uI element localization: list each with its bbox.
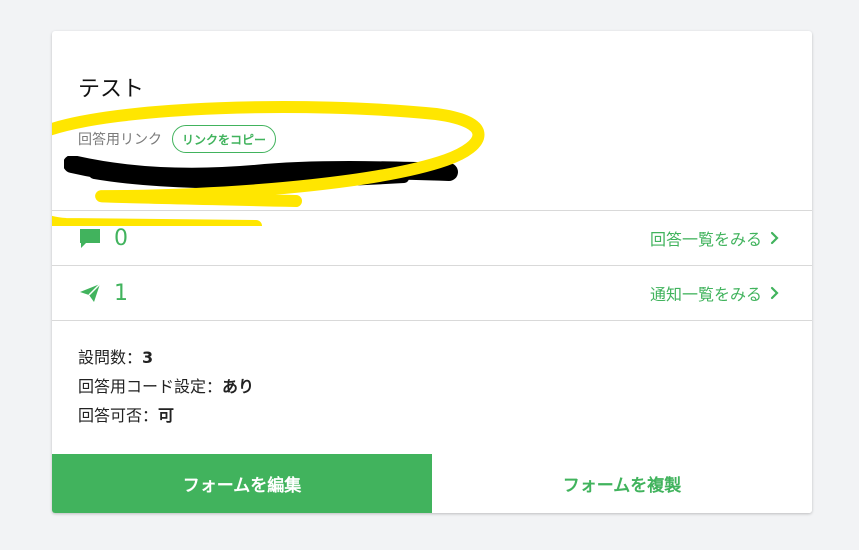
answer-allowed-row: 回答可否：可 [78,406,175,425]
comment-icon [80,229,100,248]
question-count-row: 設問数：3 [78,348,154,367]
view-notifications-label: 通知一覧をみる [649,285,762,304]
view-notifications-link[interactable]: 通知一覧をみる [650,266,780,320]
responses-count: 0 [114,225,128,251]
form-title: テスト [78,77,145,102]
card-header: テスト 回答用リンク リンクをコピー [52,31,812,226]
answer-code-value: あり [222,377,255,396]
answer-allowed-value: 可 [158,406,175,425]
responses-row: 0 回答一覧をみる [52,211,812,265]
view-responses-label: 回答一覧をみる [649,230,762,249]
copy-link-button[interactable]: リンクをコピー [172,125,277,153]
paper-plane-icon [80,283,101,302]
divider [52,320,812,321]
form-info: 設問数：3 回答用コード設定：あり 回答可否：可 [78,343,254,430]
duplicate-form-button[interactable]: フォームを複製 [432,454,812,513]
edit-form-button[interactable]: フォームを編集 [52,454,432,513]
form-card: テスト 回答用リンク リンクをコピー 0 回答一覧をみる 1 通知一覧をみる 設… [52,31,812,513]
answer-code-row: 回答用コード設定：あり [78,377,255,396]
answer-link-row: 回答用リンク リンクをコピー [78,125,277,153]
chevron-right-icon [770,231,779,245]
notifications-count: 1 [114,280,128,306]
chevron-right-icon [770,286,779,300]
redacted-link [64,156,458,188]
question-count-value: 3 [142,348,154,367]
view-responses-link[interactable]: 回答一覧をみる [650,211,780,265]
answer-link-label: 回答用リンク [78,132,162,148]
notifications-row: 1 通知一覧をみる [52,266,812,320]
